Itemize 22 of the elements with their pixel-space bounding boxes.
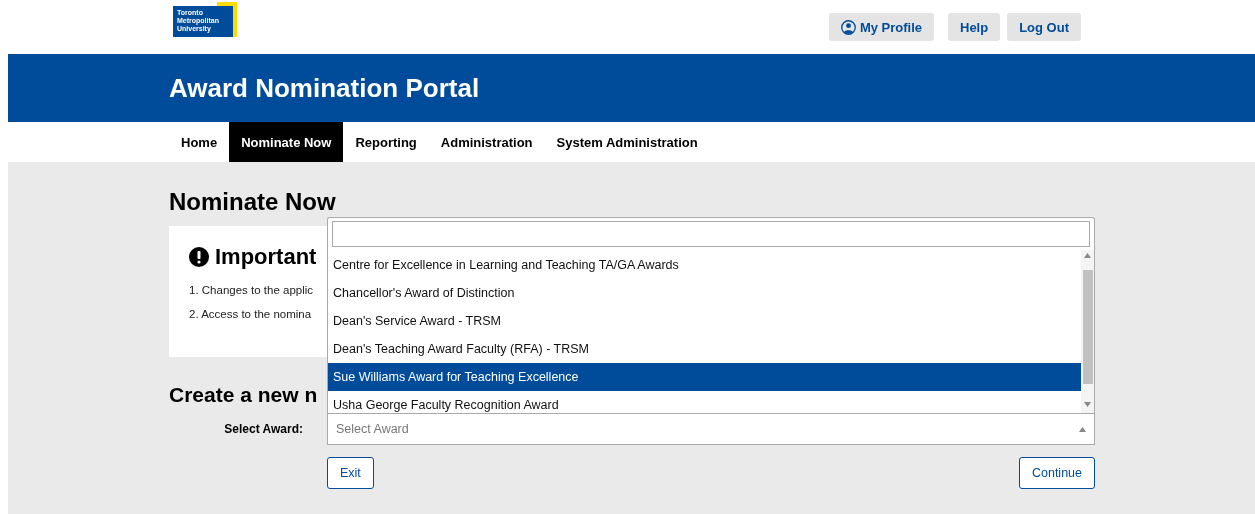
search-field[interactable] [332,221,1090,247]
notice-item: 2. Access to the nomina [189,308,312,320]
scroll-down-icon [1084,402,1091,407]
award-select[interactable]: Select Award [327,413,1095,445]
field-label: Select Award: [223,422,304,436]
dropdown-option[interactable]: Sue Williams Award for Teaching Excellence [328,363,1081,391]
notice-item: 1. Changes to the applic [189,284,314,296]
scrollbar[interactable] [1081,250,1094,413]
header-button[interactable]: Log Out [1007,13,1081,41]
portal-title: Award Nomination Portal [169,72,480,104]
header-button[interactable]: My Profile [828,13,934,41]
header-button[interactable]: Help [948,13,1001,41]
nav-tab[interactable]: Nominate Now [229,122,344,162]
scroll-up-icon [1084,253,1091,258]
page-title: Nominate Now [169,188,337,216]
user-icon [840,19,856,35]
section-heading: Create a new n [169,383,318,407]
exclamation-icon [189,247,209,267]
caret-up-icon [1079,426,1086,432]
action-button[interactable]: Exit [327,457,374,489]
action-button[interactable]: Continue [1018,457,1095,489]
notice-title: Important [215,244,317,270]
